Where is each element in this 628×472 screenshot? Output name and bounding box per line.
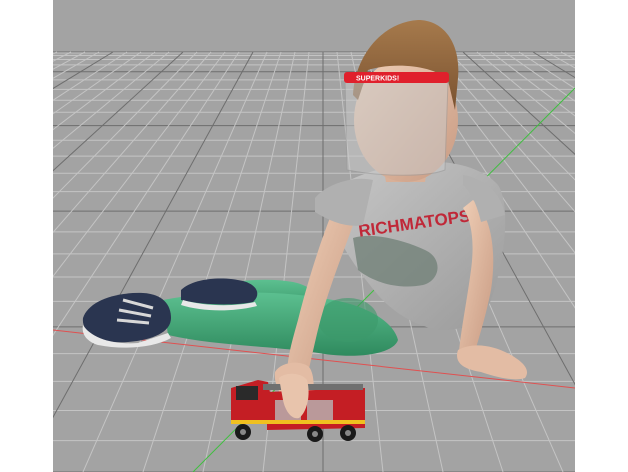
truck-hubcap xyxy=(345,430,351,436)
3d-viewport[interactable]: RICHMATOPS SUPERKIDS! xyxy=(53,0,575,472)
truck-windshield xyxy=(236,386,258,400)
truck-ladder xyxy=(263,384,363,390)
truck-panel-2 xyxy=(307,400,333,420)
knee-shading xyxy=(318,298,378,342)
shield-band-text: SUPERKIDS! xyxy=(356,76,399,83)
truck-hubcap xyxy=(312,431,318,437)
truck-hubcap xyxy=(240,429,246,435)
truck-stripe xyxy=(231,420,365,424)
face-shield: SUPERKIDS! xyxy=(344,72,449,176)
shoe-back xyxy=(181,278,258,311)
